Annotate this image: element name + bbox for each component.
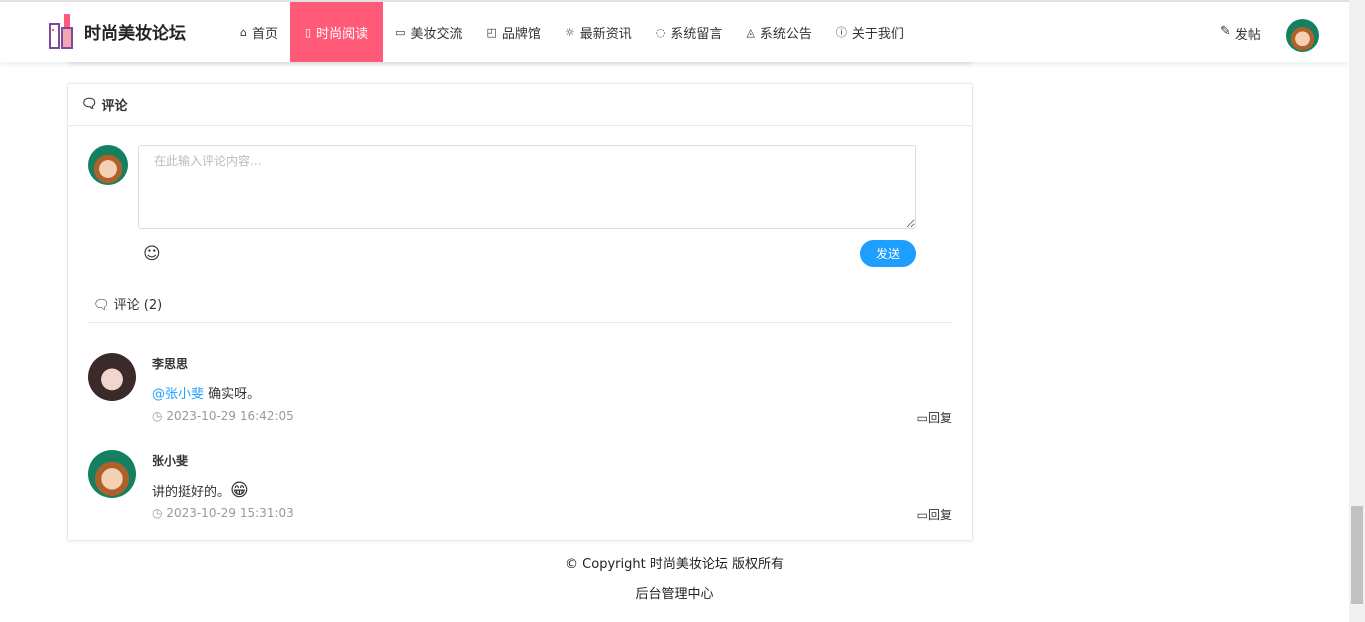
count-label: 评论 (2) <box>113 298 163 313</box>
reply-icon: ▭ <box>916 508 928 522</box>
nav-label: 最新资讯 <box>579 26 632 42</box>
bell-icon: ◬ <box>746 25 755 39</box>
admin-link-text[interactable]: 后台管理中心 <box>635 587 713 602</box>
commenter-avatar <box>88 353 136 401</box>
nav-messages[interactable]: ◌ 系统留言 <box>644 2 735 62</box>
nav-label: 首页 <box>251 26 278 42</box>
info-icon: ⓘ <box>835 26 847 39</box>
nav-about[interactable]: ⓘ 关于我们 <box>824 2 916 62</box>
clock-icon: ◷ <box>152 506 163 520</box>
reply-label: 回复 <box>927 411 952 425</box>
comment-text: @张小斐 确实呀。 <box>152 383 260 402</box>
reply-button[interactable]: ▭回复 <box>917 506 952 523</box>
time-text: 2023-10-29 15:31:03 <box>166 506 294 520</box>
nav-label: 时尚阅读 <box>316 26 369 42</box>
home-icon: ⌂ <box>240 25 247 39</box>
current-user-avatar <box>88 145 128 185</box>
nav-label: 关于我们 <box>851 26 904 42</box>
nav-label: 系统留言 <box>670 26 723 42</box>
comment-count: 🗨 评论 (2) <box>88 294 952 323</box>
user-avatar[interactable] <box>1286 19 1319 52</box>
commenter-avatar <box>88 450 136 498</box>
reply-label: 回复 <box>927 508 952 522</box>
main-menu: ⌂ 首页 ▯ 时尚阅读 ▭ 美妆交流 ◰ 品牌馆 ☼ 最新资讯 ◌ 系统留言 ◬ 系统公告 ⓘ… <box>228 2 916 62</box>
mention-link[interactable]: @张小斐 <box>152 387 204 402</box>
admin-link: 后台管理中心 <box>0 583 1349 602</box>
comment-time: ◷ 2023-10-29 16:42:05 <box>152 409 294 423</box>
comment-input[interactable] <box>138 145 916 229</box>
edit-icon: ✎ <box>1220 24 1231 39</box>
comment-body: 讲的挺好的。 <box>152 485 231 500</box>
nav-announcements[interactable]: ◬ 系统公告 <box>734 2 823 62</box>
comments-card: 🗨评论 ☺ 发送 🗨 评论 (2) 李思思 @张小斐 确实呀。 ◷ 2023-1… <box>67 83 973 541</box>
nav-label: 美妆交流 <box>410 26 463 42</box>
nav-fashion-reading[interactable]: ▯ 时尚阅读 <box>290 2 384 62</box>
chat-icon: ▭ <box>395 25 406 39</box>
lipstick-icon <box>49 14 73 49</box>
book-icon: ▯ <box>305 25 312 39</box>
nav-home[interactable]: ⌂ 首页 <box>228 2 290 62</box>
site-title: 时尚美妆论坛 <box>84 23 186 44</box>
comments-icon: 🗨 <box>81 97 98 112</box>
comment-body: 确实呀。 <box>208 387 261 402</box>
reply-icon: ▭ <box>916 411 928 425</box>
nav-label: 品牌馆 <box>501 26 541 42</box>
commenter-name: 李思思 <box>152 357 189 371</box>
comments-header: 🗨 评论 <box>68 84 972 126</box>
nav-news[interactable]: ☼ 最新资讯 <box>553 2 644 62</box>
post-button[interactable]: ✎ 发帖 <box>1220 24 1261 43</box>
navbar: 时尚美妆论坛 ⌂ 首页 ▯ 时尚阅读 ▭ 美妆交流 ◰ 品牌馆 ☼ 最新资讯 ◌ 系统留言 … <box>0 2 1349 62</box>
comments-title: 评论 <box>101 99 128 114</box>
nav-makeup-exchange[interactable]: ▭ 美妆交流 <box>383 2 474 62</box>
nav-label: 系统公告 <box>759 26 812 42</box>
copyright: © Copyright 时尚美妆论坛 版权所有 <box>565 557 784 572</box>
send-button[interactable]: 发送 <box>860 240 916 267</box>
sun-icon: ☼ <box>564 25 575 39</box>
commenter-name: 张小斐 <box>152 454 189 468</box>
reply-button[interactable]: ▭回复 <box>917 409 952 426</box>
scrollbar[interactable] <box>1349 0 1365 622</box>
time-text: 2023-10-29 16:42:05 <box>166 409 294 423</box>
comments-icon: 🗨 <box>93 298 110 313</box>
comment-time: ◷ 2023-10-29 15:31:03 <box>152 506 294 520</box>
scrollbar-thumb[interactable] <box>1351 506 1363 604</box>
logo[interactable]: 时尚美妆论坛 <box>48 12 186 50</box>
nav-brands[interactable]: ◰ 品牌馆 <box>475 2 553 62</box>
tag-icon: ◰ <box>486 25 497 39</box>
grin-emoji: 😁 <box>230 480 249 501</box>
comment-text: 讲的挺好的。😁 <box>152 480 249 501</box>
speech-bubble-icon: ◌ <box>655 25 666 39</box>
emoji-icon[interactable]: ☺ <box>143 244 161 264</box>
post-label: 发帖 <box>1234 28 1261 43</box>
clock-icon: ◷ <box>152 409 163 423</box>
